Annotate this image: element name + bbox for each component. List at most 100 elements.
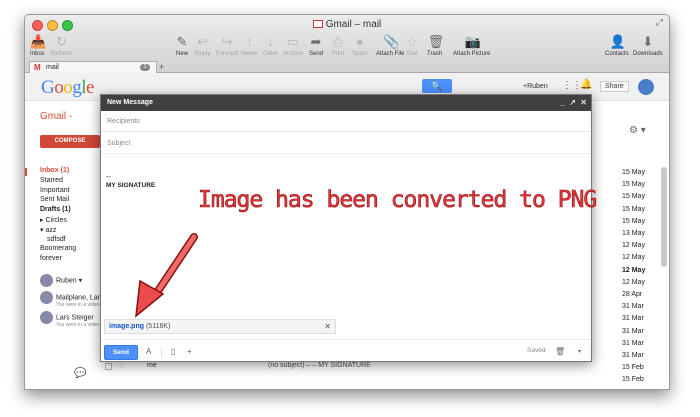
row-star-icon[interactable]: ☆ <box>118 363 124 370</box>
more-options-icon[interactable]: ▾ <box>578 345 581 359</box>
email-date: 12 May <box>622 266 646 274</box>
toolbar-button-label: Newer <box>241 51 259 57</box>
minimize-icon[interactable]: _ <box>561 95 565 111</box>
email-date: 28 Apr <box>622 291 643 298</box>
compose-button[interactable]: COMPOSE <box>40 135 100 148</box>
avatar <box>40 311 53 324</box>
attachment-size: (5118K) <box>145 323 171 330</box>
fullscreen-icon[interactable]: ⤢ <box>656 17 663 28</box>
tab-bar: Mmail 1 + <box>25 61 669 73</box>
formatting-icon[interactable]: A <box>146 345 151 359</box>
hangout-contact[interactable]: Lars Steiger You were in a video call <box>40 311 108 328</box>
nav-item[interactable]: Inbox (1) <box>40 167 69 174</box>
apps-grid-icon[interactable]: ⋮⋮ <box>562 80 582 91</box>
nav-item[interactable]: forever <box>40 255 62 262</box>
toolbar-button-label: Attach File <box>376 51 405 57</box>
nav-item[interactable]: Important <box>40 187 70 194</box>
close-icon[interactable]: ✕ <box>580 95 587 111</box>
nav-item[interactable]: ▸ Circles <box>40 216 67 224</box>
nav-item[interactable]: Boomerang <box>40 245 76 252</box>
nav-item[interactable]: Starred <box>40 177 63 184</box>
insert-plus-icon[interactable]: + <box>187 345 192 359</box>
email-date: 31 Mar <box>622 352 644 359</box>
nav-item[interactable]: Drafts (1) <box>40 206 71 213</box>
newer-icon: ↑ <box>246 34 253 49</box>
nav-item[interactable]: sdfsdf <box>47 236 66 243</box>
hangout-contact[interactable]: Mailplane, Lars You were in a video call <box>40 291 108 308</box>
tab-count-badge: 1 <box>140 64 150 71</box>
toolbar-inbox-button[interactable]: 📥 Inbox <box>30 34 47 58</box>
toolbar-spam-button[interactable]: ● Spam <box>352 35 368 58</box>
downloads-icon: ⬇ <box>642 34 654 49</box>
toolbar-send-button[interactable]: ➦ Send <box>309 35 323 58</box>
reply-icon: ↩ <box>197 34 209 49</box>
share-button[interactable]: Share <box>600 81 629 92</box>
popout-icon[interactable]: ↗ <box>569 95 576 111</box>
remove-attachment-icon[interactable]: ✕ <box>324 320 331 333</box>
toolbar-downloads-button[interactable]: ⬇ Downloads <box>633 34 663 58</box>
send-button[interactable]: Send <box>104 345 138 360</box>
toolbar-attach-file-button[interactable]: 📎 Attach File <box>376 35 405 58</box>
settings-gear-icon[interactable]: ⚙ ▾ <box>629 125 646 136</box>
email-date: 15 May <box>622 217 645 225</box>
avatar[interactable] <box>638 79 654 95</box>
toolbar-downloads-label: Downloads <box>633 51 663 57</box>
search-button[interactable]: 🔍 <box>422 79 452 93</box>
tab-mail-label: mail <box>46 64 59 71</box>
row-checkbox[interactable] <box>105 362 112 370</box>
attachment-name[interactable]: image.png <box>109 323 144 330</box>
attach-icon[interactable]: ▯ <box>171 345 175 359</box>
compose-footer: Send A ▯ + Saved 🗑 ▾ <box>101 339 591 362</box>
contacts-icon: 👤 <box>609 34 627 49</box>
scrollbar[interactable] <box>661 167 667 267</box>
toolbar-newer-button[interactable]: ↑ Newer <box>241 34 259 58</box>
signature-text: MY SIGNATURE <box>106 182 156 189</box>
email-date: 31 Mar <box>622 327 644 335</box>
nav-item[interactable]: Sent Mail <box>40 196 69 203</box>
window-title: Gmail – mail <box>25 19 669 30</box>
attachment-chip[interactable]: image.png (5118K) ✕ <box>104 319 336 334</box>
recipients-field[interactable]: Recipients <box>101 111 591 132</box>
toolbar-print-button[interactable]: ⎙ Print <box>331 35 345 58</box>
star-icon: ☆ <box>406 34 418 49</box>
trash-icon: 🗑 <box>427 34 445 49</box>
email-date: 12 May <box>622 278 645 286</box>
archive-icon: ▭ <box>286 34 300 49</box>
toolbar-new-button[interactable]: ✎ New <box>175 35 189 58</box>
hangout-contact[interactable]: Ruben ▾ <box>40 274 82 287</box>
subject-field[interactable]: Subject <box>101 133 591 154</box>
toolbar-forward-button[interactable]: ↪ Forward <box>216 35 238 58</box>
discard-trash-icon[interactable]: 🗑 <box>555 345 565 359</box>
toolbar-contacts-button[interactable]: 👤 Contacts <box>605 34 629 58</box>
email-date: 15 May <box>622 205 645 213</box>
google-logo[interactable]: Google <box>41 77 94 99</box>
toolbar-reply-button[interactable]: ↩ Reply <box>195 34 210 58</box>
new-tab-button[interactable]: + <box>159 62 164 72</box>
nav-item[interactable]: ▾ azz <box>40 226 56 234</box>
toolbar-camera-button[interactable]: 📷 Attach Picture <box>453 35 490 58</box>
user-link[interactable]: +Ruben <box>523 83 548 90</box>
email-date: 15 Feb <box>622 364 644 372</box>
compose-header[interactable]: New Message _ ↗ ✕ <box>101 95 591 111</box>
toolbar-contacts-label: Contacts <box>605 51 629 57</box>
title-bar: Gmail – mail ⤢ 📥 Inbox ↻ Refresh ✎ New ↩ Repl… <box>25 15 669 73</box>
gmail-menu-label[interactable]: Gmail - <box>40 111 72 122</box>
email-date: 12 May <box>622 242 645 250</box>
inbox-icon: 📥 <box>30 34 47 49</box>
email-row-behind[interactable]: ☆ me (no subject) – – MY SIGNATURE <box>105 362 625 374</box>
compose-title: New Message <box>107 99 153 106</box>
hangouts-icon[interactable]: 💬 <box>74 368 86 379</box>
annotation-text: Image has been converted to PNG <box>198 187 598 214</box>
notifications-bell-icon[interactable]: 🔔 <box>580 79 592 90</box>
email-date: 31 Mar <box>622 339 644 347</box>
toolbar-trash-button[interactable]: 🗑 Trash <box>427 34 445 58</box>
toolbar-archive-button[interactable]: ▭ Archive <box>283 34 303 58</box>
toolbar-star-button[interactable]: ☆ Star <box>405 34 419 58</box>
toolbar-older-button[interactable]: ↓ Older <box>263 35 278 58</box>
toolbar-button-label: Older <box>263 51 278 57</box>
message-body[interactable] <box>101 155 591 315</box>
toolbar-refresh-button[interactable]: ↻ Refresh <box>51 35 72 58</box>
email-date: 13 May <box>622 230 645 237</box>
tab-mail[interactable]: Mmail 1 <box>29 61 157 73</box>
email-date: 15 May <box>622 169 645 176</box>
